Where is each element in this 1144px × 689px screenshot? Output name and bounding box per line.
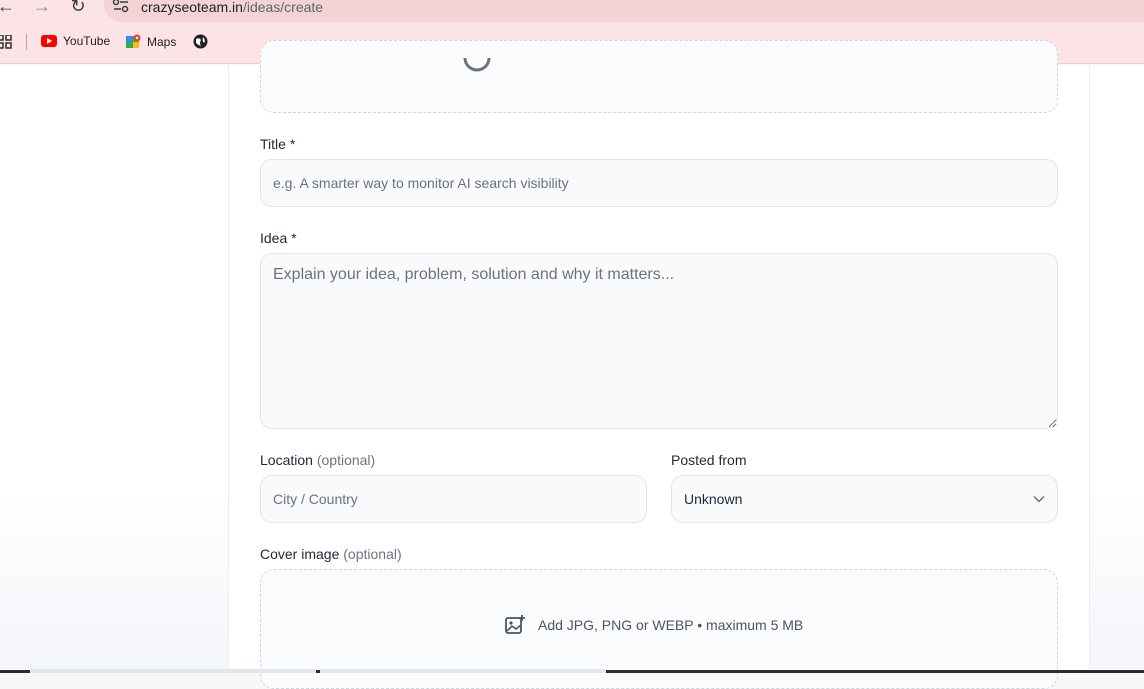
location-label-text: Location — [260, 452, 313, 468]
apps-grid-icon[interactable] — [0, 35, 12, 49]
taskbar-edge — [0, 669, 1144, 673]
idea-textarea[interactable] — [260, 253, 1058, 429]
taskbar-segment — [320, 669, 606, 673]
optional-hint: (optional) — [343, 546, 402, 562]
forward-icon[interactable]: → — [30, 0, 54, 16]
location-input[interactable] — [260, 475, 647, 523]
maps-icon — [126, 34, 141, 48]
url-path: /ideas/create — [242, 0, 324, 15]
idea-label: Idea * — [260, 230, 297, 246]
bookmark-globe[interactable] — [193, 34, 208, 49]
image-add-icon — [505, 615, 525, 634]
cover-image-hint-row: Add JPG, PNG or WEBP • maximum 5 MB — [504, 614, 803, 636]
url-text[interactable]: crazyseoteam.in/ideas/create — [141, 0, 323, 15]
cover-image-hint: Add JPG, PNG or WEBP • maximum 5 MB — [538, 617, 804, 633]
title-label: Title * — [260, 136, 296, 152]
posted-from-label: Posted from — [671, 452, 747, 468]
url-host: crazyseoteam.in — [141, 0, 243, 15]
bookmark-separator — [26, 34, 27, 50]
globe-icon — [193, 34, 208, 49]
cover-image-label-text: Cover image — [260, 546, 340, 562]
bookmark-maps[interactable]: Maps — [126, 34, 176, 49]
posted-from-value: Unknown — [684, 491, 743, 507]
chevron-down-icon — [1033, 495, 1045, 503]
site-info-icon[interactable] — [112, 0, 130, 14]
optional-hint: (optional) — [316, 452, 376, 468]
location-label: Location (optional) — [260, 452, 375, 468]
youtube-icon — [41, 35, 57, 47]
posted-from-select[interactable]: Unknown — [671, 475, 1058, 523]
title-input[interactable] — [260, 159, 1058, 207]
reload-icon[interactable]: ↻ — [66, 0, 90, 16]
bookmark-youtube[interactable]: YouTube — [41, 34, 110, 48]
bookmark-label: YouTube — [63, 34, 111, 48]
back-icon[interactable]: ← — [0, 0, 18, 16]
cover-image-label: Cover image (optional) — [260, 546, 402, 562]
upload-icon — [463, 58, 491, 72]
avatar-upload-dropzone[interactable] — [260, 40, 1058, 113]
bookmark-label: Maps — [147, 34, 177, 49]
taskbar-segment — [30, 669, 316, 673]
